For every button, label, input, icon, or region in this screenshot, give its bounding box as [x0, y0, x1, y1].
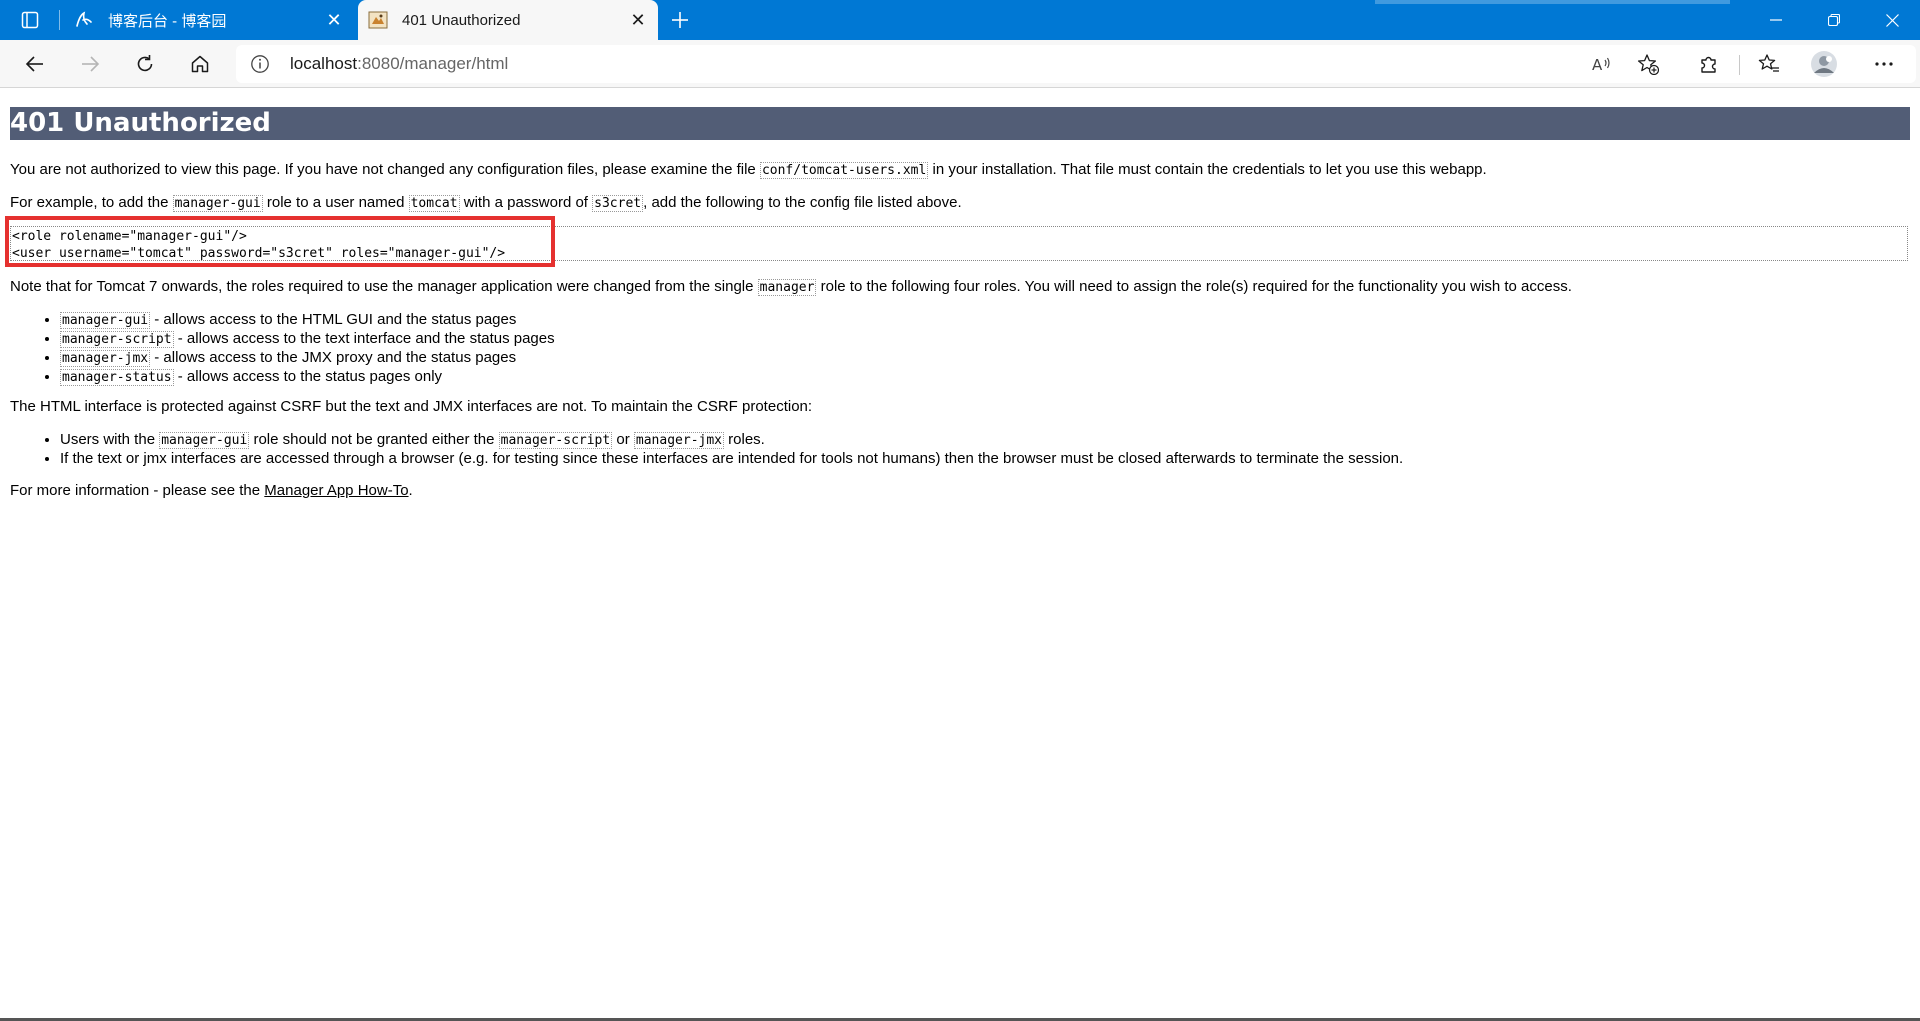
p5-text-after: . — [408, 482, 413, 499]
p2-text: role to a user named — [262, 194, 409, 211]
p2-text: For example, to add the — [10, 194, 173, 211]
avatar-icon — [1811, 51, 1837, 77]
restore-icon — [1828, 14, 1840, 26]
tab-title: 博客后台 - 博客园 — [108, 12, 227, 30]
list-item: If the text or jmx interfaces are access… — [60, 450, 1403, 468]
tab-cnblogs[interactable]: 博客后台 - 博客园 ✕ — [64, 0, 354, 40]
list-item: manager-gui - allows access to the HTML … — [60, 311, 555, 330]
user-code: tomcat — [408, 195, 460, 212]
page-content: 401 Unauthorized You are not authorized … — [0, 88, 1920, 1019]
config-line-user: <user username="tomcat" password="s3cret… — [12, 246, 506, 261]
password-code: s3cret — [592, 195, 644, 212]
read-aloud-button[interactable]: A — [1584, 46, 1620, 82]
role-code: manager-gui — [172, 195, 263, 212]
p3-text-after: role to the following four roles. You wi… — [816, 278, 1572, 295]
role-code: manager-jmx — [633, 432, 724, 449]
csrf-text: or — [612, 431, 634, 448]
read-aloud-icon: A — [1592, 56, 1610, 74]
tab-strip: 博客后台 - 博客园 ✕ 401 Unauthorized ✕ — [0, 0, 1920, 40]
csrf-text: roles. — [724, 431, 765, 448]
arrow-left-icon — [25, 56, 43, 72]
close-icon — [1885, 13, 1899, 27]
settings-more-button[interactable] — [1866, 46, 1902, 82]
p1-text: You are not authorized to view this page… — [10, 161, 760, 178]
roles-list: manager-gui - allows access to the HTML … — [0, 311, 555, 387]
role-code: manager-gui — [159, 432, 250, 449]
window-drag-area — [1375, 0, 1730, 4]
plus-icon — [672, 12, 688, 28]
star-add-icon — [1637, 54, 1659, 75]
browser-toolbar: localhost:8080/manager/html A — [0, 40, 1920, 88]
role-code: manager-script — [498, 432, 613, 449]
role-code: manager-gui — [60, 312, 151, 329]
close-window-button[interactable] — [1864, 0, 1920, 40]
minimize-icon — [1770, 19, 1782, 21]
home-button[interactable] — [182, 46, 218, 82]
arrow-right-icon — [82, 56, 100, 72]
tab-title: 401 Unauthorized — [402, 11, 521, 29]
favorites-list-icon — [1758, 54, 1779, 72]
manager-role-code: manager — [757, 279, 817, 296]
p5-text: For more information - please see the — [10, 482, 265, 499]
url-host: localhost — [290, 54, 358, 73]
tab-close-icon[interactable]: ✕ — [320, 6, 348, 34]
tab-close-icon[interactable]: ✕ — [624, 6, 652, 34]
paragraph-more-info: For more information - please see the Ma… — [10, 482, 413, 500]
address-bar[interactable]: localhost:8080/manager/html A — [236, 45, 1916, 83]
minimize-button[interactable] — [1748, 0, 1804, 40]
paragraph-not-authorized: You are not authorized to view this page… — [10, 161, 1487, 180]
role-code: manager-script — [60, 331, 174, 348]
role-description: - allows access to the text interface an… — [173, 330, 555, 347]
refresh-button[interactable] — [127, 46, 163, 82]
tab-401-unauthorized[interactable]: 401 Unauthorized ✕ — [358, 0, 658, 40]
url-path: :8080/manager/html — [357, 54, 509, 73]
config-file-code: conf/tomcat-users.xml — [759, 162, 929, 179]
config-line-role: <role rolename="manager-gui"/> — [12, 229, 247, 244]
profile-button[interactable] — [1806, 46, 1842, 82]
role-description: - allows access to the status pages only — [173, 368, 443, 385]
tab-actions-icon — [21, 11, 39, 29]
list-item: manager-script - allows access to the te… — [60, 330, 555, 349]
cnblogs-favicon-icon — [74, 10, 94, 30]
config-snippet: <role rolename="manager-gui"/> <user user… — [10, 226, 1908, 261]
puzzle-icon — [1701, 56, 1716, 73]
add-favorite-button[interactable] — [1630, 46, 1666, 82]
more-dots-icon — [1875, 62, 1893, 66]
p3-text: Note that for Tomcat 7 onwards, the role… — [10, 278, 758, 295]
url-text[interactable]: localhost:8080/manager/html — [290, 54, 508, 74]
restore-button[interactable] — [1806, 0, 1862, 40]
list-item: manager-status - allows access to the st… — [60, 368, 555, 387]
paragraph-example: For example, to add the manager-gui role… — [10, 194, 962, 213]
list-item: Users with the manager-gui role should n… — [60, 431, 1403, 450]
new-tab-button[interactable] — [664, 4, 696, 36]
favorites-button[interactable] — [1751, 46, 1787, 82]
manager-howto-link[interactable]: Manager App How-To — [264, 482, 408, 499]
p1-text-after: in your installation. That file must con… — [928, 161, 1487, 178]
role-code: manager-status — [60, 369, 174, 386]
paragraph-roles-note: Note that for Tomcat 7 onwards, the role… — [10, 278, 1572, 297]
p2-text: , add the following to the config file l… — [643, 194, 962, 211]
refresh-icon — [137, 55, 153, 72]
csrf-text: role should not be granted either the — [249, 431, 499, 448]
list-item: manager-jmx - allows access to the JMX p… — [60, 349, 555, 368]
svg-text:A: A — [1592, 56, 1603, 74]
role-description: - allows access to the HTML GUI and the … — [150, 311, 517, 328]
extensions-button[interactable] — [1691, 46, 1727, 82]
tomcat-favicon-icon — [368, 10, 388, 30]
home-icon — [191, 55, 209, 73]
csrf-list: Users with the manager-gui role should n… — [0, 431, 1403, 468]
p2-text: with a password of — [459, 194, 593, 211]
csrf-text: Users with the — [60, 431, 160, 448]
toolbar-separator — [1739, 55, 1740, 75]
page-title: 401 Unauthorized — [10, 107, 1910, 140]
info-icon[interactable] — [250, 54, 270, 74]
paragraph-csrf: The HTML interface is protected against … — [10, 398, 813, 415]
role-code: manager-jmx — [60, 350, 151, 367]
tab-separator — [59, 10, 60, 30]
forward-button[interactable] — [72, 46, 108, 82]
tab-actions-button[interactable] — [10, 4, 50, 36]
back-button[interactable] — [17, 46, 53, 82]
role-description: - allows access to the JMX proxy and the… — [150, 349, 517, 366]
